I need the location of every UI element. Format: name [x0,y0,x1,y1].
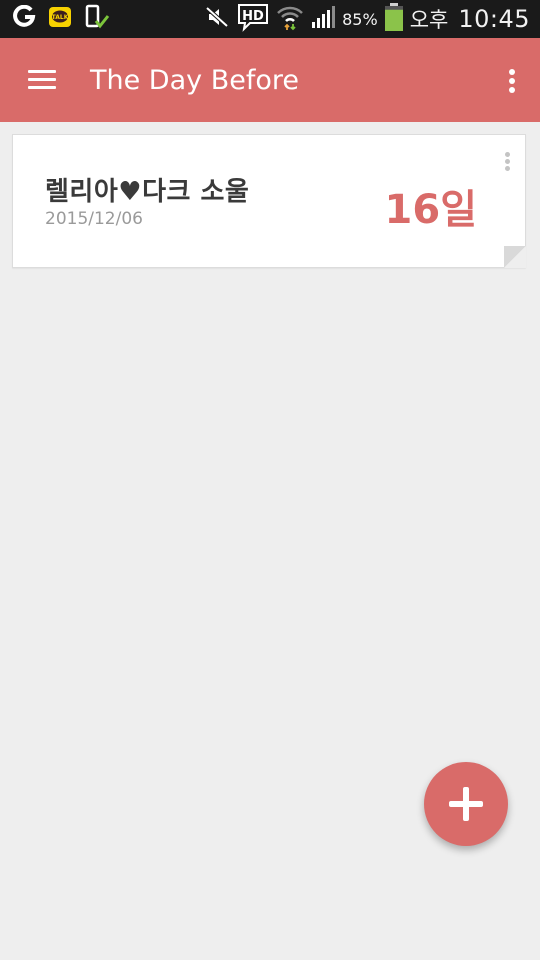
status-bar-notifications: TALK [12,4,110,34]
am-pm-indicator: 오후 [409,8,449,32]
event-card[interactable]: 렐리아♥다크 소울 2015/12/06 16일 [12,134,526,268]
hd-voice-icon: HD [236,2,270,36]
battery-icon [384,2,404,36]
mute-icon [204,5,230,33]
signal-icon [310,4,336,34]
status-bar: TALK HD 85% 오후 10:45 [0,0,540,38]
event-title: 렐리아♥다크 소울 [45,177,250,207]
status-bar-system: HD 85% 오후 10:45 [204,0,530,38]
download-complete-icon [84,4,110,34]
overflow-menu-icon[interactable] [498,62,526,100]
add-event-button[interactable] [424,762,508,846]
clock: 10:45 [458,5,530,33]
event-date: 2015/12/06 [45,209,143,229]
hamburger-menu-icon[interactable] [22,64,62,96]
app-title: The Day Before [90,65,299,96]
wifi-icon [276,3,304,35]
page-curl-corner [504,246,526,268]
event-dday-count: 16일 [384,187,477,233]
kakaotalk-icon: TALK [48,5,72,33]
olleh-icon [12,4,36,33]
battery-percent: 85% [342,9,378,29]
card-more-options-icon[interactable] [503,151,513,173]
app-bar: The Day Before [0,38,540,122]
hd-label: HD [242,9,264,24]
kakaotalk-badge-text: TALK [52,14,69,21]
